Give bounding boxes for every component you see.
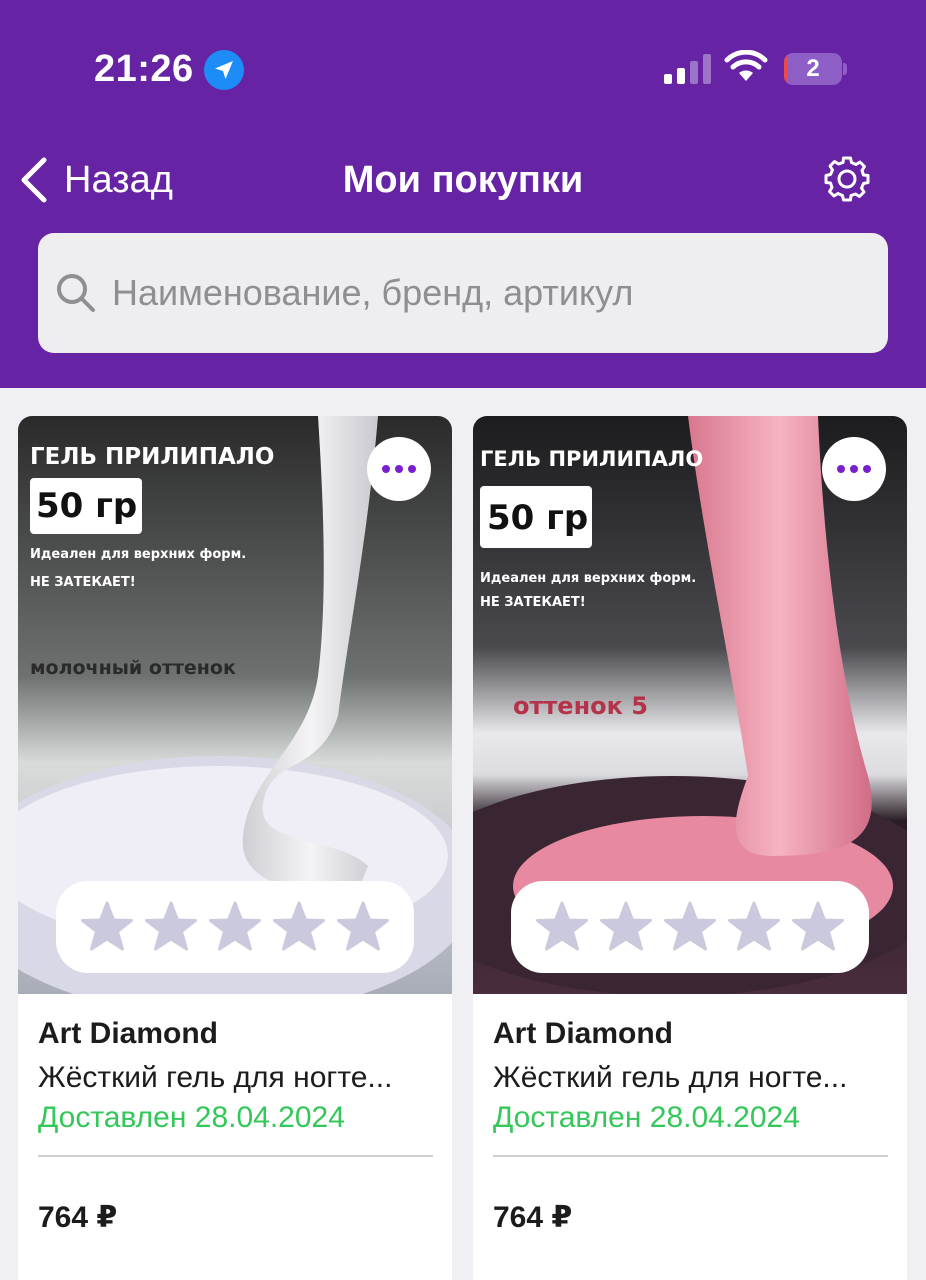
search-input[interactable] (112, 272, 852, 314)
star-icon[interactable] (272, 901, 326, 953)
product-name: Жёсткий гель для ногте... (493, 1061, 848, 1094)
product-card[interactable]: ГЕЛЬ ПРИЛИПАЛО 50 гр Идеален для верхних… (473, 416, 907, 1280)
image-weight: 50 гр (36, 486, 137, 526)
chevron-left-icon (21, 157, 47, 203)
divider (38, 1155, 433, 1157)
image-caption: Идеален для верхних форм. (30, 547, 246, 562)
star-icon[interactable] (144, 901, 198, 953)
delivery-status: Доставлен 28.04.2024 (493, 1101, 800, 1134)
search-icon (57, 274, 95, 312)
battery-indicator: 2 (784, 53, 847, 85)
star-icon[interactable] (535, 901, 589, 953)
back-button[interactable]: Назад (18, 152, 173, 208)
star-icon[interactable] (727, 901, 781, 953)
product-price: 764 ₽ (38, 1201, 118, 1234)
dot-icon (382, 465, 390, 473)
dot-icon (850, 465, 858, 473)
star-icon[interactable] (663, 901, 717, 953)
image-caption: НЕ ЗАТЕКАЕТ! (480, 595, 586, 610)
image-shade: оттенок 5 (513, 692, 648, 720)
header-bar: 21:26 2 Назад Мои покупки (0, 0, 926, 388)
star-icon[interactable] (791, 901, 845, 953)
star-rating[interactable] (56, 881, 414, 973)
divider (493, 1155, 888, 1157)
star-icon[interactable] (80, 901, 134, 953)
more-options-button[interactable] (822, 437, 886, 501)
image-caption: Идеален для верхних форм. (480, 571, 696, 586)
image-caption: НЕ ЗАТЕКАЕТ! (30, 575, 136, 590)
product-brand: Art Diamond (38, 1017, 218, 1050)
battery-level: 2 (806, 55, 820, 82)
product-price: 764 ₽ (493, 1201, 573, 1234)
dot-icon (863, 465, 871, 473)
image-weight: 50 гр (487, 498, 588, 538)
star-icon[interactable] (336, 901, 390, 953)
status-time: 21:26 (94, 48, 194, 90)
dot-icon (408, 465, 416, 473)
star-rating[interactable] (511, 881, 869, 973)
dot-icon (395, 465, 403, 473)
product-name: Жёсткий гель для ногте... (38, 1061, 393, 1094)
search-field[interactable] (38, 233, 888, 353)
wifi-icon (724, 50, 768, 81)
product-brand: Art Diamond (493, 1017, 673, 1050)
image-shade: молочный оттенок (30, 657, 236, 679)
more-options-button[interactable] (367, 437, 431, 501)
cellular-signal-icon (664, 54, 711, 84)
back-label: Назад (64, 159, 173, 201)
image-heading: ГЕЛЬ ПРИЛИПАЛО (480, 447, 703, 471)
gear-icon[interactable] (818, 150, 876, 208)
dot-icon (837, 465, 845, 473)
star-icon[interactable] (599, 901, 653, 953)
delivery-status: Доставлен 28.04.2024 (38, 1101, 345, 1134)
location-arrow-icon (204, 50, 244, 90)
star-icon[interactable] (208, 901, 262, 953)
product-card[interactable]: ГЕЛЬ ПРИЛИПАЛО 50 гр Идеален для верхних… (18, 416, 452, 1280)
image-heading: ГЕЛЬ ПРИЛИПАЛО (30, 444, 274, 470)
